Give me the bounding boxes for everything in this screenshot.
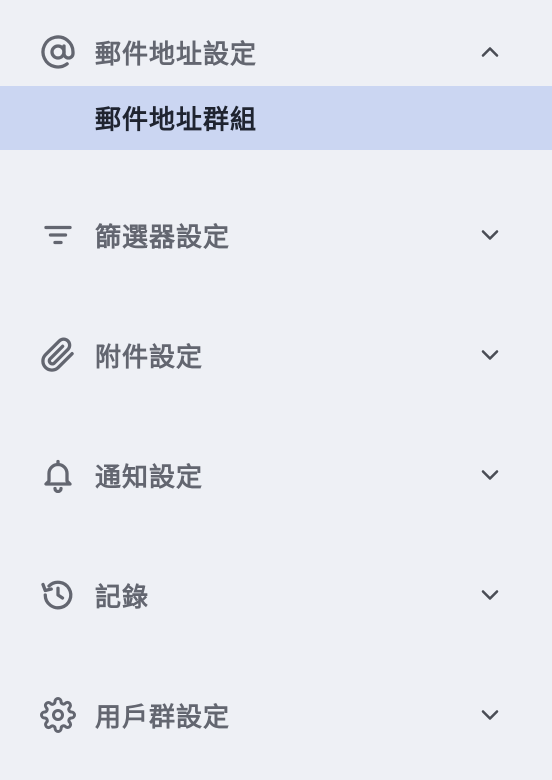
section-filter-settings[interactable]: 篩選器設定 bbox=[0, 205, 552, 265]
chevron-up-icon[interactable] bbox=[476, 38, 504, 66]
filter-icon bbox=[40, 217, 76, 253]
chevron-down-icon[interactable] bbox=[476, 581, 504, 609]
section-label: 記錄 bbox=[95, 582, 150, 613]
section-attachment-settings[interactable]: 附件設定 bbox=[0, 325, 552, 385]
gear-icon bbox=[40, 697, 76, 733]
section-label: 通知設定 bbox=[95, 462, 204, 493]
section-notification-settings[interactable]: 通知設定 bbox=[0, 445, 552, 505]
bell-icon bbox=[40, 457, 76, 493]
section-logs[interactable]: 記錄 bbox=[0, 565, 552, 625]
chevron-down-icon[interactable] bbox=[476, 341, 504, 369]
chevron-down-icon[interactable] bbox=[476, 221, 504, 249]
history-icon bbox=[40, 577, 76, 613]
section-label: 用戶群設定 bbox=[95, 702, 231, 733]
section-label: 附件設定 bbox=[95, 342, 204, 373]
section-email-address-settings[interactable]: 郵件地址設定 bbox=[0, 22, 552, 82]
chevron-down-icon[interactable] bbox=[476, 461, 504, 489]
at-sign-icon bbox=[40, 34, 76, 70]
settings-sidebar: 郵件地址設定 郵件地址群組 篩選器設定 附件設定 通知設定 記錄 用戶群設定 bbox=[0, 0, 552, 780]
sidebar-item-label: 郵件地址群組 bbox=[95, 105, 258, 136]
section-label: 郵件地址設定 bbox=[95, 39, 258, 70]
sidebar-item-email-address-groups[interactable]: 郵件地址群組 bbox=[0, 86, 552, 150]
section-label: 篩選器設定 bbox=[95, 222, 231, 253]
section-user-group-settings[interactable]: 用戶群設定 bbox=[0, 685, 552, 745]
chevron-down-icon[interactable] bbox=[476, 701, 504, 729]
paperclip-icon bbox=[40, 337, 76, 373]
